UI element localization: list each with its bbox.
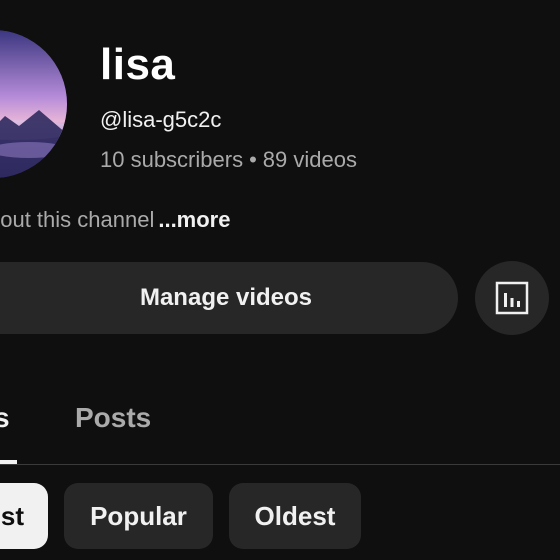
stats-separator: • xyxy=(249,147,257,172)
tabs-divider xyxy=(0,464,560,465)
subscriber-count: 10 subscribers xyxy=(100,147,244,172)
chip-popular[interactable]: Popular xyxy=(64,483,213,549)
channel-avatar[interactable] xyxy=(0,30,67,178)
analytics-icon xyxy=(495,281,529,315)
about-text: bout this channel xyxy=(0,207,155,232)
more-link[interactable]: ...more xyxy=(158,207,230,232)
tab-videos[interactable]: s xyxy=(0,398,10,438)
channel-name: lisa xyxy=(100,40,176,89)
channel-page: lisa @lisa-g5c2c 10 subscribers • 89 video… xyxy=(0,0,560,560)
tab-posts[interactable]: Posts xyxy=(75,398,151,438)
channel-stats: 10 subscribers • 89 videos xyxy=(100,146,357,174)
avatar-image xyxy=(0,30,67,178)
chip-oldest[interactable]: Oldest xyxy=(229,483,361,549)
channel-about[interactable]: bout this channel ...more xyxy=(0,206,230,234)
video-count: 89 videos xyxy=(262,147,357,172)
manage-videos-button[interactable]: Manage videos xyxy=(0,262,458,334)
chip-latest[interactable]: st xyxy=(0,483,48,549)
analytics-button[interactable] xyxy=(475,261,549,335)
channel-handle: @lisa-g5c2c xyxy=(100,107,222,132)
